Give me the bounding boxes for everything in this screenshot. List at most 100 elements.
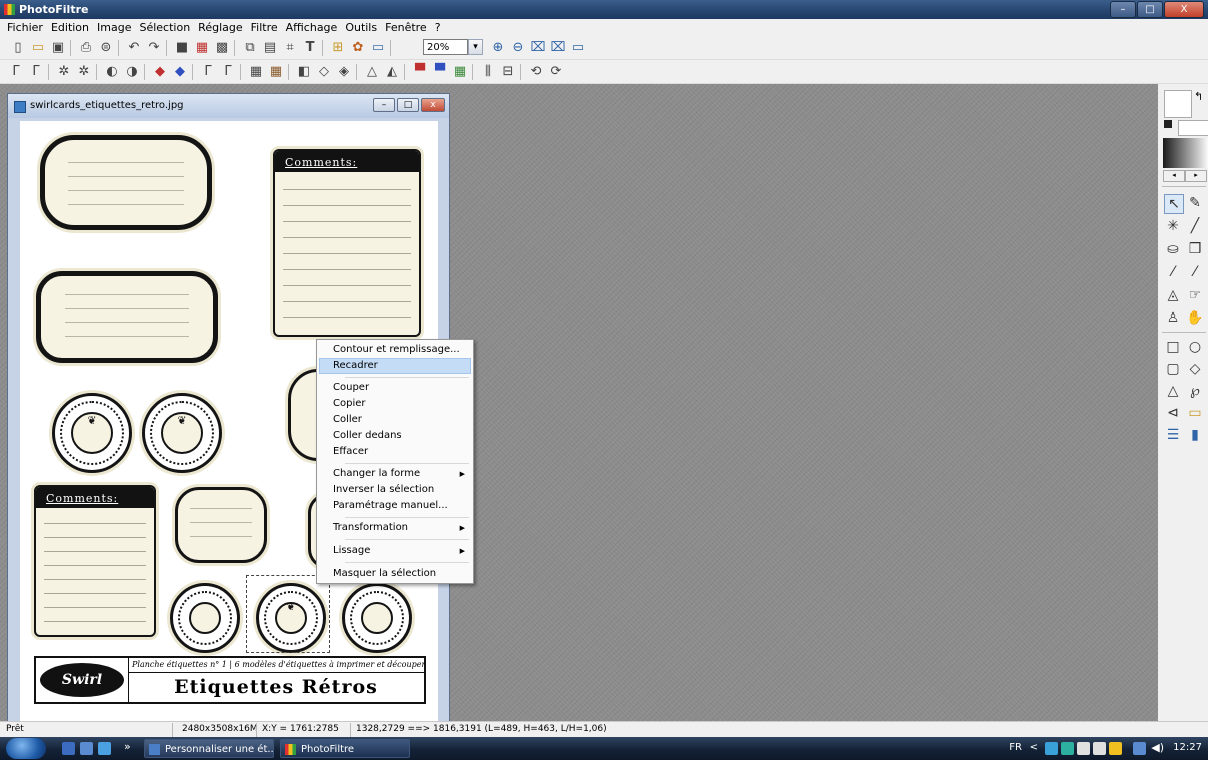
- smudge-tool-icon[interactable]: ☞: [1186, 286, 1204, 304]
- auto-level-icon[interactable]: Γ: [8, 64, 24, 80]
- menu-item-lissage[interactable]: Lissage ▶: [319, 543, 471, 559]
- tray-network-icon[interactable]: [1045, 742, 1058, 755]
- magic-wand-tool-icon[interactable]: ✳: [1164, 217, 1182, 235]
- task-button-photofiltre[interactable]: PhotoFiltre: [280, 739, 410, 758]
- menu-help[interactable]: ?: [431, 21, 445, 34]
- menu-item-transformation[interactable]: Transformation ▶: [319, 520, 471, 536]
- show-desktop-icon[interactable]: [62, 742, 75, 755]
- dust-icon[interactable]: ◧: [296, 64, 312, 80]
- color-grid-icon[interactable]: ▦: [194, 40, 210, 56]
- palette-scroll-right-icon[interactable]: ▸: [1185, 170, 1207, 182]
- switch-windows-icon[interactable]: [80, 742, 93, 755]
- menu-item-masquer-selection[interactable]: Masquer la sélection: [319, 566, 471, 582]
- document-titlebar[interactable]: swirlcards_etiquettes_retro.jpg – □ x: [8, 94, 449, 118]
- hand-tool-icon[interactable]: ✋: [1186, 309, 1204, 327]
- line-tool-icon[interactable]: ╱: [1186, 217, 1204, 235]
- actual-size-icon[interactable]: ⌧: [550, 40, 566, 56]
- document-maximize-button[interactable]: □: [397, 98, 419, 112]
- menu-item-changer-forme[interactable]: Changer la forme ▶: [319, 466, 471, 482]
- menu-image[interactable]: Image: [93, 21, 135, 34]
- volume-icon[interactable]: ◀): [1151, 741, 1164, 754]
- grayscale-icon[interactable]: ▦: [248, 64, 264, 80]
- tray-shield-icon[interactable]: [1109, 742, 1122, 755]
- triangle-selection-icon[interactable]: △: [1164, 382, 1182, 400]
- folder-tree-icon[interactable]: ⊞: [330, 40, 346, 56]
- vertical-selection-icon[interactable]: ▮: [1186, 426, 1204, 444]
- lasso-selection-icon[interactable]: ℘: [1186, 382, 1204, 400]
- eyedropper-tool-icon[interactable]: ✎: [1186, 194, 1204, 212]
- menu-affichage[interactable]: Affichage: [282, 21, 342, 34]
- fullscreen-icon[interactable]: ▭: [570, 40, 586, 56]
- plugin-icon[interactable]: ✿: [350, 40, 366, 56]
- menu-item-contour-remplissage[interactable]: Contour et remplissage...: [319, 342, 471, 358]
- new-file-icon[interactable]: ▯: [10, 40, 26, 56]
- contrast-minus-icon[interactable]: ◐: [104, 64, 120, 80]
- crop-icon[interactable]: ⌗: [282, 40, 298, 56]
- task-button-word[interactable]: Personnaliser une ét...: [144, 739, 274, 758]
- zoom-out-icon[interactable]: ⊖: [510, 40, 526, 56]
- undo-icon[interactable]: ↶: [126, 40, 142, 56]
- grid-icon[interactable]: ▩: [214, 40, 230, 56]
- zoom-in-icon[interactable]: ⊕: [490, 40, 506, 56]
- language-indicator[interactable]: FR: [1009, 742, 1022, 753]
- fill-tool-icon[interactable]: ⛀: [1164, 240, 1182, 258]
- rectangle-selection-icon[interactable]: □: [1164, 338, 1182, 356]
- reset-colors-icon[interactable]: [1164, 120, 1172, 128]
- swap-h-icon[interactable]: ▀: [412, 64, 428, 80]
- horizontal-selection-icon[interactable]: ☰: [1164, 426, 1182, 444]
- tray-expand-icon[interactable]: <: [1030, 742, 1038, 753]
- rounded-rectangle-selection-icon[interactable]: ▢: [1164, 360, 1182, 378]
- load-shape-icon[interactable]: ▭: [1186, 404, 1204, 422]
- menu-item-recadrer[interactable]: Recadrer: [319, 358, 471, 374]
- outline-icon[interactable]: ◭: [384, 64, 400, 80]
- tray-monitor-icon[interactable]: [1133, 742, 1146, 755]
- quicklaunch-more-icon[interactable]: »: [124, 740, 131, 753]
- saturation-plus-icon[interactable]: ◆: [172, 64, 188, 80]
- gradient-preview[interactable]: [1163, 138, 1208, 168]
- saturation-minus-icon[interactable]: ◆: [152, 64, 168, 80]
- gamma-minus-icon[interactable]: Γ: [200, 64, 216, 80]
- redo-icon[interactable]: ↷: [146, 40, 162, 56]
- sepia-icon[interactable]: ▦: [268, 64, 284, 80]
- swap-colors-icon[interactable]: ↰: [1194, 90, 1203, 103]
- menu-item-effacer[interactable]: Effacer: [319, 444, 471, 460]
- menu-filtre[interactable]: Filtre: [247, 21, 282, 34]
- swap-v-icon[interactable]: ▀: [432, 64, 448, 80]
- menu-edition[interactable]: Edition: [47, 21, 93, 34]
- print-icon[interactable]: ⎙: [78, 40, 94, 56]
- blur-icon[interactable]: ◇: [316, 64, 332, 80]
- minimize-button[interactable]: –: [1110, 1, 1136, 18]
- spray-tool-icon[interactable]: ❒: [1186, 240, 1204, 258]
- menu-item-parametrage-manuel[interactable]: Paramétrage manuel...: [319, 498, 471, 514]
- zoom-dropdown-button[interactable]: ▾: [468, 39, 483, 55]
- text-icon[interactable]: T: [302, 40, 318, 56]
- window-icon[interactable]: ▭: [370, 40, 386, 56]
- gray-icon[interactable]: ■: [174, 40, 190, 56]
- brightness-plus-icon[interactable]: ✲: [76, 64, 92, 80]
- stamp-tool-icon[interactable]: ♙: [1164, 309, 1182, 327]
- menu-fenetre[interactable]: Fenêtre: [381, 21, 431, 34]
- diamond-selection-icon[interactable]: ◇: [1186, 360, 1204, 378]
- fit-icon[interactable]: ⌧: [530, 40, 546, 56]
- start-button[interactable]: [6, 738, 46, 759]
- copy-icon[interactable]: ⧉: [242, 40, 258, 56]
- sharpen-icon[interactable]: ◈: [336, 64, 352, 80]
- menu-fichier[interactable]: Fichier: [3, 21, 47, 34]
- menu-item-copier[interactable]: Copier: [319, 396, 471, 412]
- menu-item-couper[interactable]: Couper: [319, 380, 471, 396]
- pointer-tool-icon[interactable]: ↖: [1164, 194, 1184, 214]
- grid-fill-icon[interactable]: ▦: [452, 64, 468, 80]
- menu-selection[interactable]: Sélection: [135, 21, 194, 34]
- brightness-minus-icon[interactable]: ✲: [56, 64, 72, 80]
- triangle-icon[interactable]: △: [364, 64, 380, 80]
- tray-app-icon[interactable]: [1077, 742, 1090, 755]
- brush-tool-icon[interactable]: ⁄: [1164, 263, 1182, 281]
- background-color-swatch[interactable]: [1178, 120, 1208, 136]
- tray-app-icon[interactable]: [1061, 742, 1074, 755]
- foreground-color-swatch[interactable]: [1164, 90, 1192, 118]
- flip-h-icon[interactable]: ⫼: [480, 64, 496, 80]
- rotate-right-icon[interactable]: ⟳: [548, 64, 564, 80]
- flip-v-icon[interactable]: ⊟: [500, 64, 516, 80]
- paste-icon[interactable]: ▤: [262, 40, 278, 56]
- system-clock[interactable]: 12:27: [1173, 742, 1202, 753]
